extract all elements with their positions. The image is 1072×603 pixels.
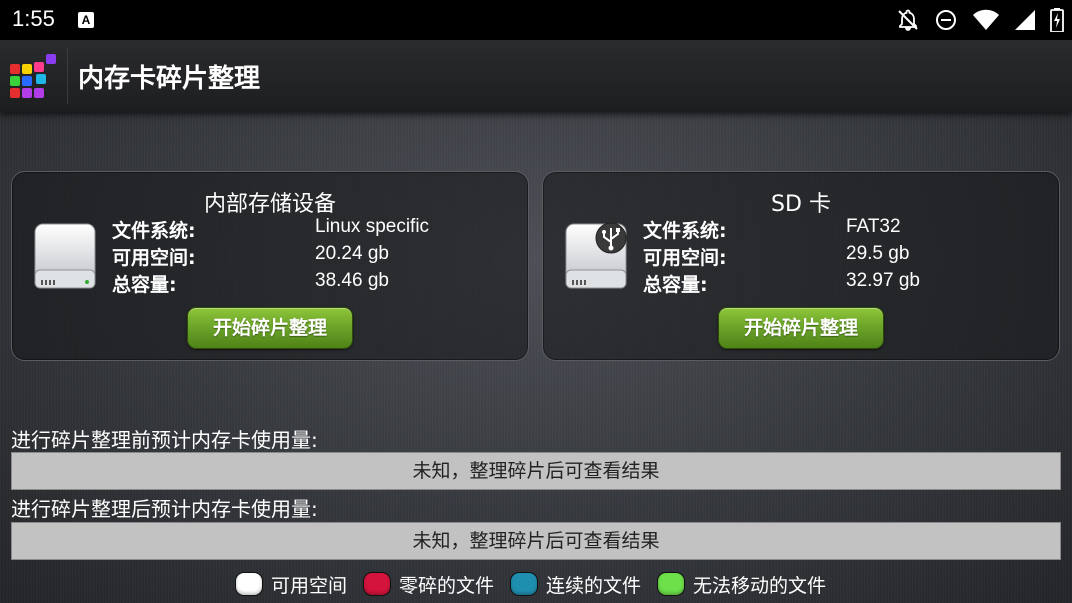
legend-item-fragmented-files: 零碎的文件 [363,571,494,598]
info-row-filesystem: 文件系统: Linux specific [112,216,512,243]
total-capacity-value: 38.46 gb [315,270,389,291]
usage-after-label: 进行碎片整理后预计内存卡使用量: [11,497,318,521]
status-bar: 1:55 A [0,0,1072,40]
panel-title: 内部存储设备 [203,192,336,217]
free-space-label: 可用空间: [112,247,196,269]
app-title: 内存卡碎片整理 [78,64,261,94]
legend-swatch [657,572,686,596]
legend-swatch [363,572,392,596]
usage-before-label: 进行碎片整理前预计内存卡使用量: [11,428,318,452]
filesystem-value: FAT32 [846,216,901,237]
legend-item-unmovable-files: 无法移动的文件 [657,571,826,598]
defrag-internal-button[interactable]: 开始碎片整理 [187,307,353,349]
info-row-total-capacity: 总容量: 32.97 gb [643,270,1043,297]
notifications-off-icon [898,9,918,31]
legend-label: 可用空间 [271,574,348,597]
filesystem-label: 文件系统: [643,220,727,242]
legend-label: 无法移动的文件 [693,574,827,597]
legend: 可用空间 零碎的文件 连续的文件 无法移动的文件 [235,571,842,597]
hard-drive-icon [34,223,96,289]
info-row-free-space: 可用空间: 20.24 gb [112,243,512,270]
do-not-disturb-icon [936,10,956,30]
wifi-icon [973,9,999,30]
info-row-free-space: 可用空间: 29.5 gb [643,243,1043,270]
info-row-total-capacity: 总容量: 38.46 gb [112,270,512,297]
total-capacity-value: 32.97 gb [846,270,920,291]
legend-item-free-space: 可用空间 [235,571,347,598]
legend-label: 连续的文件 [546,574,642,597]
usb-drive-icon [565,222,627,289]
status-time: 1:55 [12,6,55,31]
app-logo-icon [10,54,56,98]
usage-after-bar: 未知，整理碎片后可查看结果 [11,522,1061,560]
free-space-value: 20.24 gb [315,243,389,264]
free-space-value: 29.5 gb [846,243,910,264]
defrag-sd-button[interactable]: 开始碎片整理 [718,307,884,349]
usage-before-bar: 未知，整理碎片后可查看结果 [11,452,1061,490]
legend-swatch [510,572,539,596]
internal-storage-info: 文件系统: Linux specific 可用空间: 20.24 gb 总容量:… [112,216,512,297]
cell-signal-icon [1015,10,1035,30]
filesystem-value: Linux specific [315,216,430,237]
legend-item-contiguous-files: 连续的文件 [510,571,641,598]
sd-card-panel: SD 卡 文件系统: FAT32 可用空间: 29.5 gb 总容量: 32.9… [542,171,1060,361]
internal-storage-panel: 内部存储设备 文件系统: Linux specific 可用空间: 20.24 … [11,171,529,361]
free-space-label: 可用空间: [643,247,727,269]
panel-title: SD 卡 [771,192,831,217]
legend-label: 零碎的文件 [399,574,495,597]
notification-a-icon: A [78,12,94,28]
info-row-filesystem: 文件系统: FAT32 [643,216,1043,243]
total-capacity-label: 总容量: [643,274,708,296]
app-bar-divider [67,48,68,104]
app-bar: 内存卡碎片整理 [0,40,1072,112]
legend-swatch [235,572,263,596]
filesystem-label: 文件系统: [112,220,196,242]
total-capacity-label: 总容量: [112,274,177,296]
battery-charging-icon [1050,8,1064,32]
sd-card-info: 文件系统: FAT32 可用空间: 29.5 gb 总容量: 32.97 gb [643,216,1043,297]
